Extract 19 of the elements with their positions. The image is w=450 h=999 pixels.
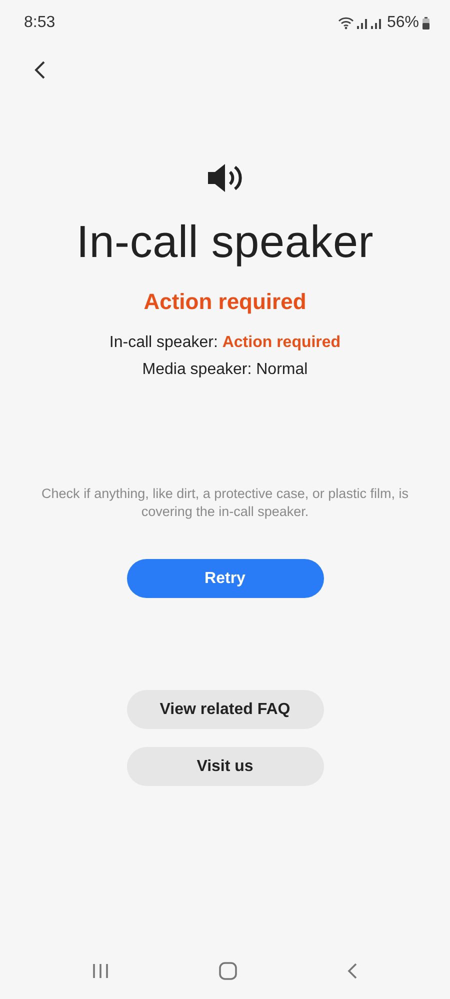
battery-percent: 56% bbox=[386, 14, 419, 32]
battery-icon bbox=[422, 16, 430, 30]
speaker-icon bbox=[206, 162, 244, 194]
link-button[interactable]: Visit us bbox=[126, 747, 324, 786]
hint-text: Check if anything, like dirt, a protective case, or plastic film, is covering the in-call speaker. bbox=[40, 485, 410, 521]
retry-button[interactable]: Retry bbox=[126, 559, 324, 598]
status-time: 8:53 bbox=[24, 14, 56, 32]
result-status: Action required bbox=[144, 289, 306, 315]
status-line: Media speaker: Normal bbox=[142, 361, 308, 379]
signal-icon bbox=[356, 17, 368, 29]
page-title: In-call speaker bbox=[76, 216, 374, 268]
back-button[interactable] bbox=[33, 60, 47, 80]
recent-apps-icon[interactable] bbox=[92, 963, 109, 979]
home-icon[interactable] bbox=[219, 962, 237, 980]
signal-icon bbox=[370, 17, 382, 29]
status-line: In-call speaker: Action required bbox=[109, 334, 341, 352]
wifi-icon bbox=[338, 16, 354, 30]
back-icon[interactable] bbox=[347, 963, 358, 979]
link-button[interactable]: View related FAQ bbox=[126, 690, 324, 729]
